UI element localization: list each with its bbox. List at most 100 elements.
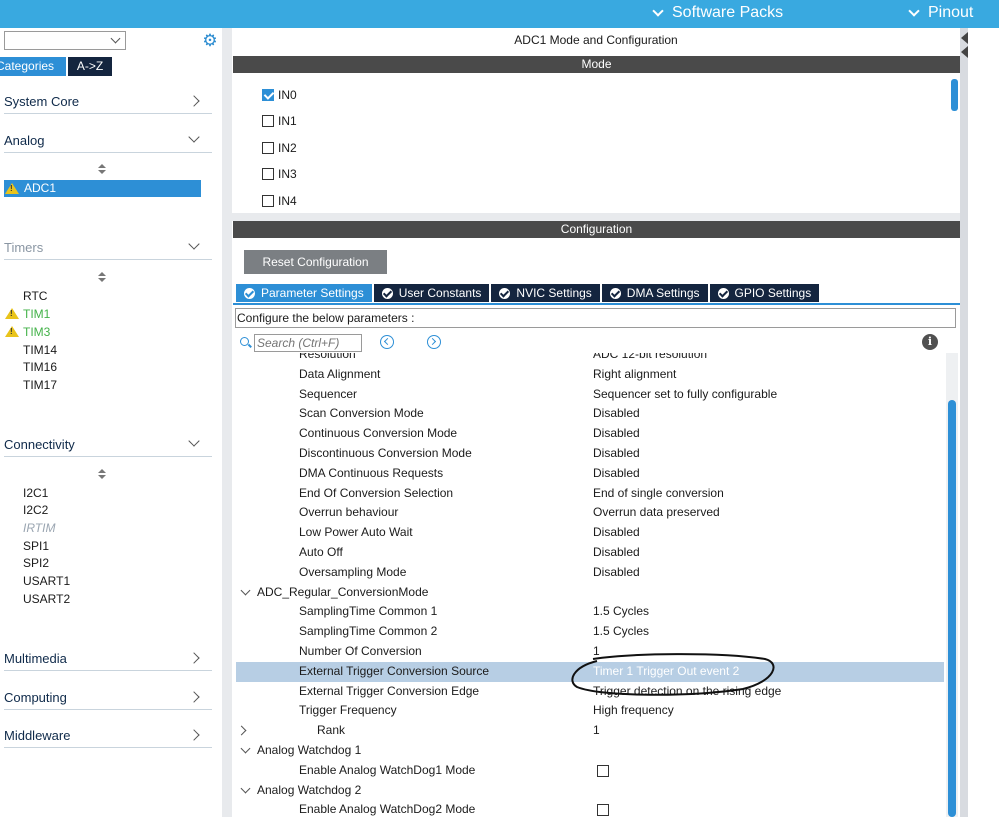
channel-in1[interactable]: IN1 [262,113,297,129]
chevron-down-icon[interactable] [240,585,251,596]
category-label: System Core [4,94,80,109]
collapse-arrow-icon[interactable] [961,46,968,58]
peripheral-spi2[interactable]: SPI2 [23,556,49,570]
category-computing[interactable]: Computing [4,688,212,710]
param-name: Number Of Conversion [299,644,422,658]
peripheral-irtim[interactable]: IRTIM [23,521,55,535]
group-analog-watchdog-1[interactable]: Analog Watchdog 1 [236,741,944,761]
channel-label: IN2 [278,141,297,155]
peripheral-usart2[interactable]: USART2 [23,592,70,606]
param-sequencer[interactable]: Sequencer Sequencer set to fully configu… [236,385,944,405]
tabs-underline [233,303,960,305]
panel-splitter[interactable] [222,28,232,817]
param-auto-off[interactable]: Auto Off Disabled [236,543,944,563]
param-data-alignment[interactable]: Data Alignment Right alignment [236,365,944,385]
category-multimedia[interactable]: Multimedia [4,649,212,671]
param-name: Scan Conversion Mode [299,406,424,420]
param-dma-continuous-requests[interactable]: DMA Continuous Requests Disabled [236,464,944,484]
sort-icon[interactable] [97,272,107,284]
param-value: 1 [593,723,600,737]
checkbox[interactable] [262,195,274,207]
param-trigger-frequency[interactable]: Trigger Frequency High frequency [236,701,944,721]
peripheral-i2c1[interactable]: I2C1 [23,486,48,500]
param-enable-analog-watchdog2-mode[interactable]: Enable Analog WatchDog2 Mode [236,800,944,817]
param-sampling-time-common-1[interactable]: SamplingTime Common 1 1.5 Cycles [236,602,944,622]
param-continuous-conversion-mode[interactable]: Continuous Conversion Mode Disabled [236,424,944,444]
tab-a-to-z[interactable]: A->Z [68,57,112,76]
collapse-strip[interactable] [960,28,968,817]
category-label: Connectivity [4,437,75,452]
param-low-power-auto-wait[interactable]: Low Power Auto Wait Disabled [236,523,944,543]
channel-in0[interactable]: IN0 [262,87,297,103]
param-rank[interactable]: Rank 1 [236,721,944,741]
param-name: Rank [317,723,346,737]
channel-in2[interactable]: IN2 [262,140,297,156]
category-middleware[interactable]: Middleware [4,726,212,748]
peripheral-usart1[interactable]: USART1 [23,574,70,588]
param-enable-analog-watchdog1-mode[interactable]: Enable Analog WatchDog1 Mode [236,761,944,781]
group-analog-watchdog-2[interactable]: Analog Watchdog 2 [236,781,944,801]
splitter[interactable] [232,213,960,221]
checkbox[interactable] [597,765,609,777]
category-connectivity[interactable]: Connectivity [4,435,212,457]
peripheral-tim1[interactable]: TIM1 [23,307,50,321]
param-overrun-behaviour[interactable]: Overrun behaviour Overrun data preserved [236,503,944,523]
sort-icon[interactable] [97,469,107,481]
search-next-icon[interactable] [427,335,441,349]
checkbox[interactable] [262,142,274,154]
collapse-arrow-icon[interactable] [961,32,968,44]
param-oversampling-mode[interactable]: Oversampling Mode Disabled [236,563,944,583]
check-circle-icon [717,287,729,299]
checkbox[interactable] [262,115,274,127]
chevron-down-icon [188,435,200,447]
checkbox-checked[interactable] [262,89,274,101]
checkbox[interactable] [597,804,609,816]
peripheral-adc1[interactable]: ADC1 [4,180,201,197]
peripheral-spi1[interactable]: SPI1 [23,539,49,553]
pinout-menu[interactable]: Pinout [908,4,973,22]
param-resolution[interactable]: Resolution ADC 12-bit resolution [236,353,944,365]
chevron-down-icon[interactable] [240,783,251,794]
channel-in3[interactable]: IN3 [262,166,297,182]
tab-dma-settings[interactable]: DMA Settings [601,284,708,302]
category-analog[interactable]: Analog [4,131,212,153]
peripheral-i2c2[interactable]: I2C2 [23,503,48,517]
category-system-core[interactable]: System Core [4,92,212,114]
peripheral-tim3[interactable]: TIM3 [23,325,50,339]
param-discontinuous-conversion-mode[interactable]: Discontinuous Conversion Mode Disabled [236,444,944,464]
software-packs-menu[interactable]: Software Packs [652,4,783,22]
tab-user-constants[interactable]: User Constants [373,284,490,302]
category-timers[interactable]: Timers [4,238,212,260]
chevron-down-icon[interactable] [240,743,251,754]
filter-combo[interactable] [4,31,126,50]
peripheral-tim16[interactable]: TIM16 [23,360,57,374]
param-end-of-conversion-selection[interactable]: End Of Conversion Selection End of singl… [236,484,944,504]
sort-icon[interactable] [97,164,107,176]
search-input[interactable] [254,334,362,352]
search-previous-icon[interactable] [380,335,394,349]
channel-label: IN0 [278,88,297,102]
channel-in4[interactable]: IN4 [262,193,297,209]
gear-icon[interactable]: ⚙ [201,32,219,50]
channel-label: IN4 [278,194,297,208]
group-adc-regular-conversion-mode[interactable]: ADC_Regular_ConversionMode [236,583,944,603]
info-icon[interactable]: i [922,334,938,350]
tab-categories[interactable]: Categories [0,57,66,76]
peripheral-tim17[interactable]: TIM17 [23,378,57,392]
peripheral-rtc[interactable]: RTC [23,289,47,303]
param-scan-conversion-mode[interactable]: Scan Conversion Mode Disabled [236,404,944,424]
tab-nvic-settings[interactable]: NVIC Settings [491,284,600,302]
tab-parameter-settings[interactable]: Parameter Settings [236,284,372,302]
panel-title: ADC1 Mode and Configuration [514,33,678,47]
param-value: 1.5 Cycles [593,624,650,638]
reset-configuration-button[interactable]: Reset Configuration [244,250,387,274]
param-sampling-time-common-2[interactable]: SamplingTime Common 2 1.5 Cycles [236,622,944,642]
tab-gpio-settings[interactable]: GPIO Settings [709,284,820,302]
peripheral-tim14[interactable]: TIM14 [23,343,57,357]
mode-scrollbar[interactable] [951,79,958,111]
parameter-scrollbar-thumb[interactable] [948,400,956,817]
checkbox[interactable] [262,168,274,180]
chevron-right-icon[interactable] [236,725,247,736]
chevron-down-icon [188,131,200,143]
search-icon [240,337,252,349]
